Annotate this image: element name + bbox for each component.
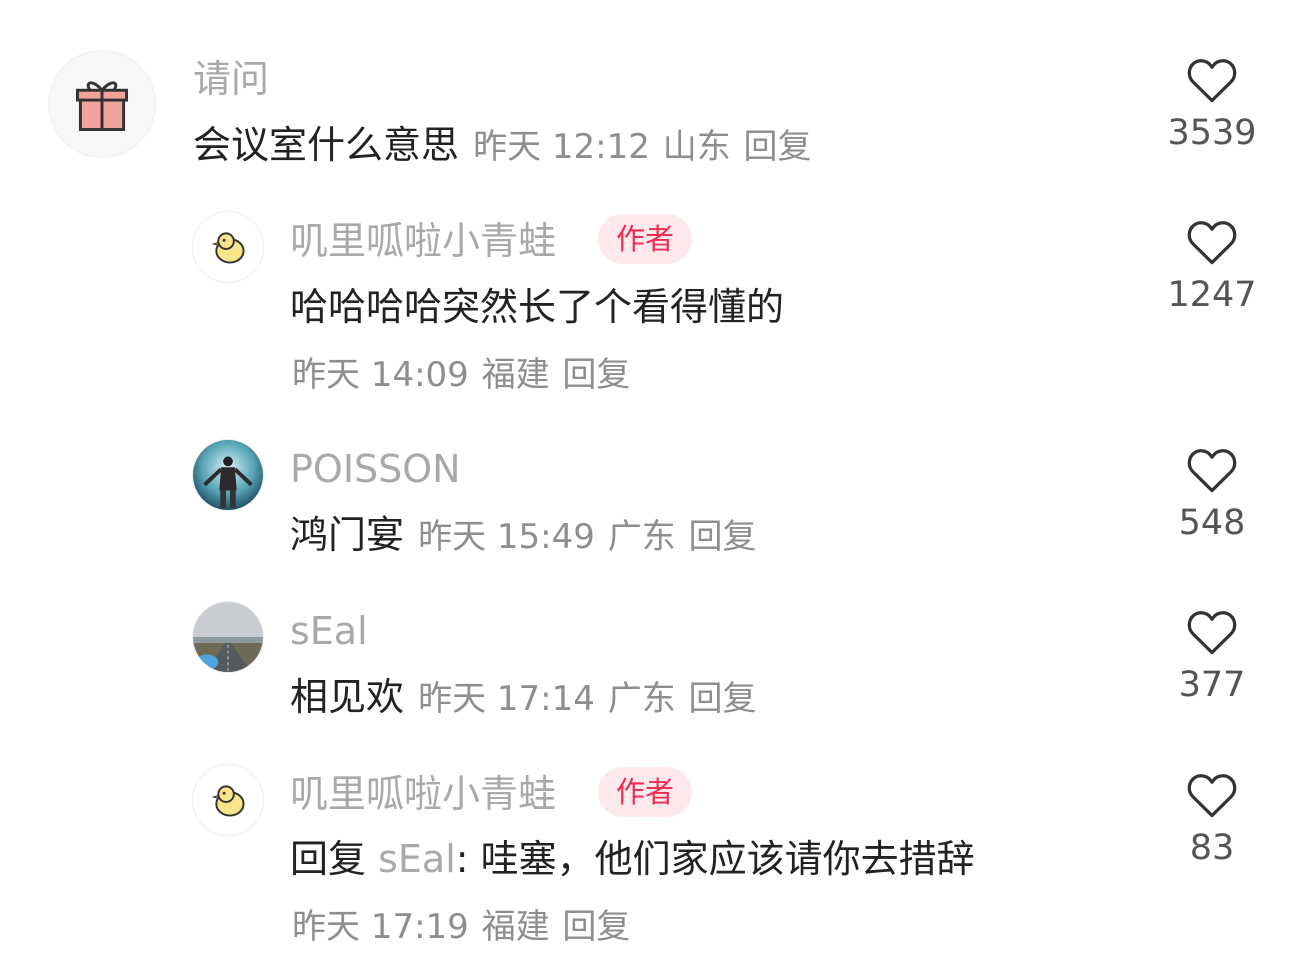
chick-icon xyxy=(211,232,245,264)
heart-icon xyxy=(1187,611,1237,655)
avatar[interactable] xyxy=(192,439,264,511)
comment-username[interactable]: 叽里呱啦小青蛙 xyxy=(290,222,556,260)
comment-text: 相见欢 xyxy=(290,675,405,719)
reply-button[interactable]: 回复 xyxy=(562,355,630,395)
comment-username[interactable]: 请问 xyxy=(193,60,269,98)
person-photo xyxy=(193,440,263,510)
like-button[interactable]: 377 xyxy=(1152,608,1272,703)
avatar[interactable] xyxy=(192,764,264,836)
author-badge: 作者 xyxy=(598,767,693,817)
chick-icon xyxy=(211,785,245,817)
heart-icon xyxy=(1187,59,1237,103)
like-count: 377 xyxy=(1178,665,1246,705)
comment-time: 昨天 12:12 xyxy=(473,127,650,167)
comment-location: 福建 xyxy=(481,907,550,947)
avatar[interactable] xyxy=(192,601,264,673)
author-badge: 作者 xyxy=(598,214,693,264)
comment-body: 相见欢 昨天 17:14 广东 回复 xyxy=(290,678,757,716)
comment-location: 广东 xyxy=(607,679,676,719)
like-count: 1247 xyxy=(1167,275,1257,315)
gift-icon xyxy=(75,81,129,131)
like-count: 83 xyxy=(1189,828,1235,868)
comment-text: : 哇塞，他们家应该请你去措辞 xyxy=(455,837,975,881)
comment-body: 会议室什么意思 昨天 12:12 山东 回复 xyxy=(193,126,812,164)
comment-time: 昨天 15:49 xyxy=(418,517,595,557)
reply-prefix: 回复 xyxy=(290,837,367,881)
comment-time: 昨天 17:14 xyxy=(418,679,595,719)
comment-text: 会议室什么意思 xyxy=(193,123,460,167)
reply-button[interactable]: 回复 xyxy=(562,907,630,947)
avatar[interactable] xyxy=(48,50,156,158)
comment-time: 昨天 17:19 xyxy=(292,907,469,947)
road-photo xyxy=(193,602,263,672)
like-count: 3539 xyxy=(1167,113,1257,153)
like-button[interactable]: 548 xyxy=(1152,446,1272,541)
comment-body: 鸿门宴 昨天 15:49 广东 回复 xyxy=(290,516,757,554)
comment-username[interactable]: POISSON xyxy=(290,450,461,488)
comment-location: 广东 xyxy=(607,517,676,557)
comment-body: 回复 sEal: 哇塞，他们家应该请你去措辞 xyxy=(290,840,975,878)
comment-meta: 昨天 14:09 福建 回复 xyxy=(290,358,630,392)
avatar[interactable] xyxy=(192,211,264,283)
reply-button[interactable]: 回复 xyxy=(689,679,757,719)
comment-location: 山东 xyxy=(662,127,731,167)
comment-time: 昨天 14:09 xyxy=(292,355,469,395)
comment-meta: 昨天 17:19 福建 回复 xyxy=(290,910,630,944)
mention-link[interactable]: sEal xyxy=(378,837,456,881)
comment-location: 福建 xyxy=(481,355,550,395)
like-button[interactable]: 1247 xyxy=(1152,218,1272,313)
comment-text: 鸿门宴 xyxy=(290,513,405,557)
reply-button[interactable]: 回复 xyxy=(744,127,812,167)
heart-icon xyxy=(1187,449,1237,493)
like-button[interactable]: 83 xyxy=(1152,771,1272,866)
reply-button[interactable]: 回复 xyxy=(689,517,757,557)
like-button[interactable]: 3539 xyxy=(1152,56,1272,151)
like-count: 548 xyxy=(1178,503,1246,543)
comment-text: 哈哈哈哈突然长了个看得懂的 xyxy=(290,285,785,329)
heart-icon xyxy=(1187,774,1237,818)
comment-username[interactable]: 叽里呱啦小青蛙 xyxy=(290,775,556,813)
comment-username[interactable]: sEal xyxy=(290,612,368,650)
heart-icon xyxy=(1187,221,1237,265)
